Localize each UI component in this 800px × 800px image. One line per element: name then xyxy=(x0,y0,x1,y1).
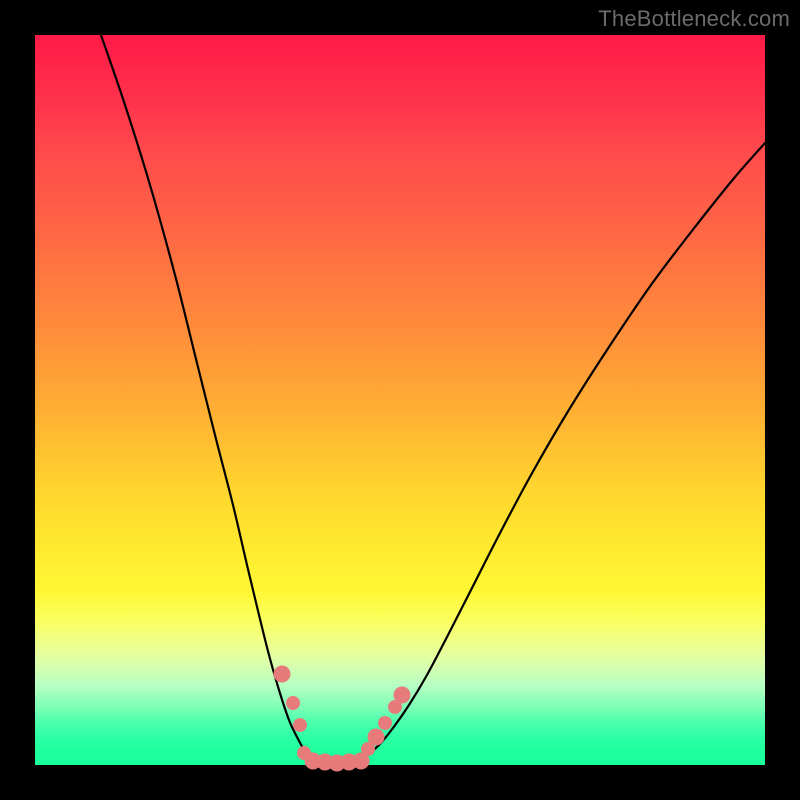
chart-marker-dot xyxy=(293,718,307,732)
chart-plot-area xyxy=(35,35,765,765)
watermark-text: TheBottleneck.com xyxy=(598,6,790,32)
chart-marker-dot xyxy=(274,666,291,683)
chart-svg xyxy=(35,35,765,765)
chart-marker-dot xyxy=(378,716,392,730)
chart-markers xyxy=(274,666,411,772)
chart-marker-dot xyxy=(394,687,411,704)
chart-marker-dot xyxy=(286,696,300,710)
chart-marker-dot xyxy=(368,729,385,746)
chart-frame: TheBottleneck.com xyxy=(0,0,800,800)
chart-curve xyxy=(101,35,765,763)
